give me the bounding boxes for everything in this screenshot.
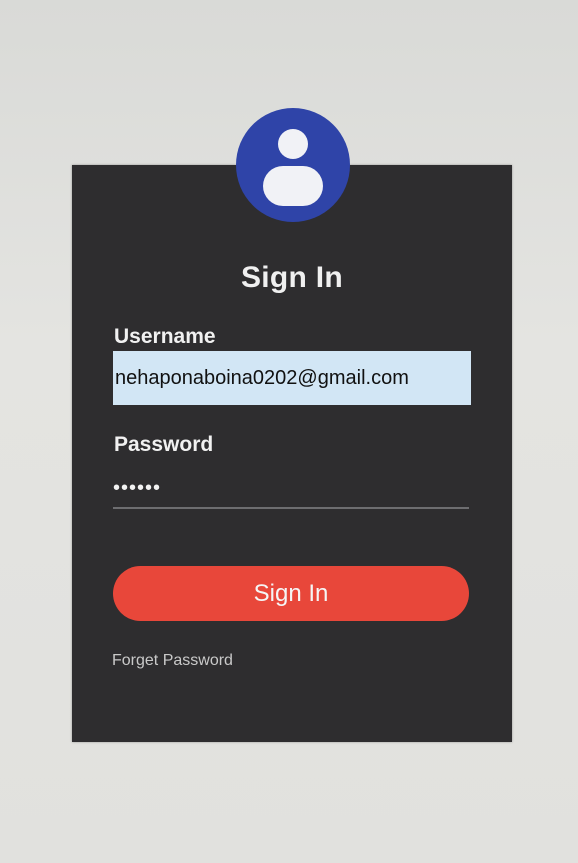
user-icon [236, 108, 350, 222]
login-card: Sign In Username Password Sign In Forget… [72, 165, 512, 742]
username-input[interactable] [113, 351, 471, 405]
sign-in-button[interactable]: Sign In [113, 566, 469, 621]
forgot-password-link[interactable]: Forget Password [112, 652, 233, 670]
user-icon-head [278, 129, 308, 159]
user-icon-body [263, 166, 323, 206]
password-input[interactable] [113, 469, 469, 509]
password-label: Password [114, 433, 214, 456]
page-title: Sign In [240, 261, 344, 294]
username-label: Username [114, 325, 216, 348]
